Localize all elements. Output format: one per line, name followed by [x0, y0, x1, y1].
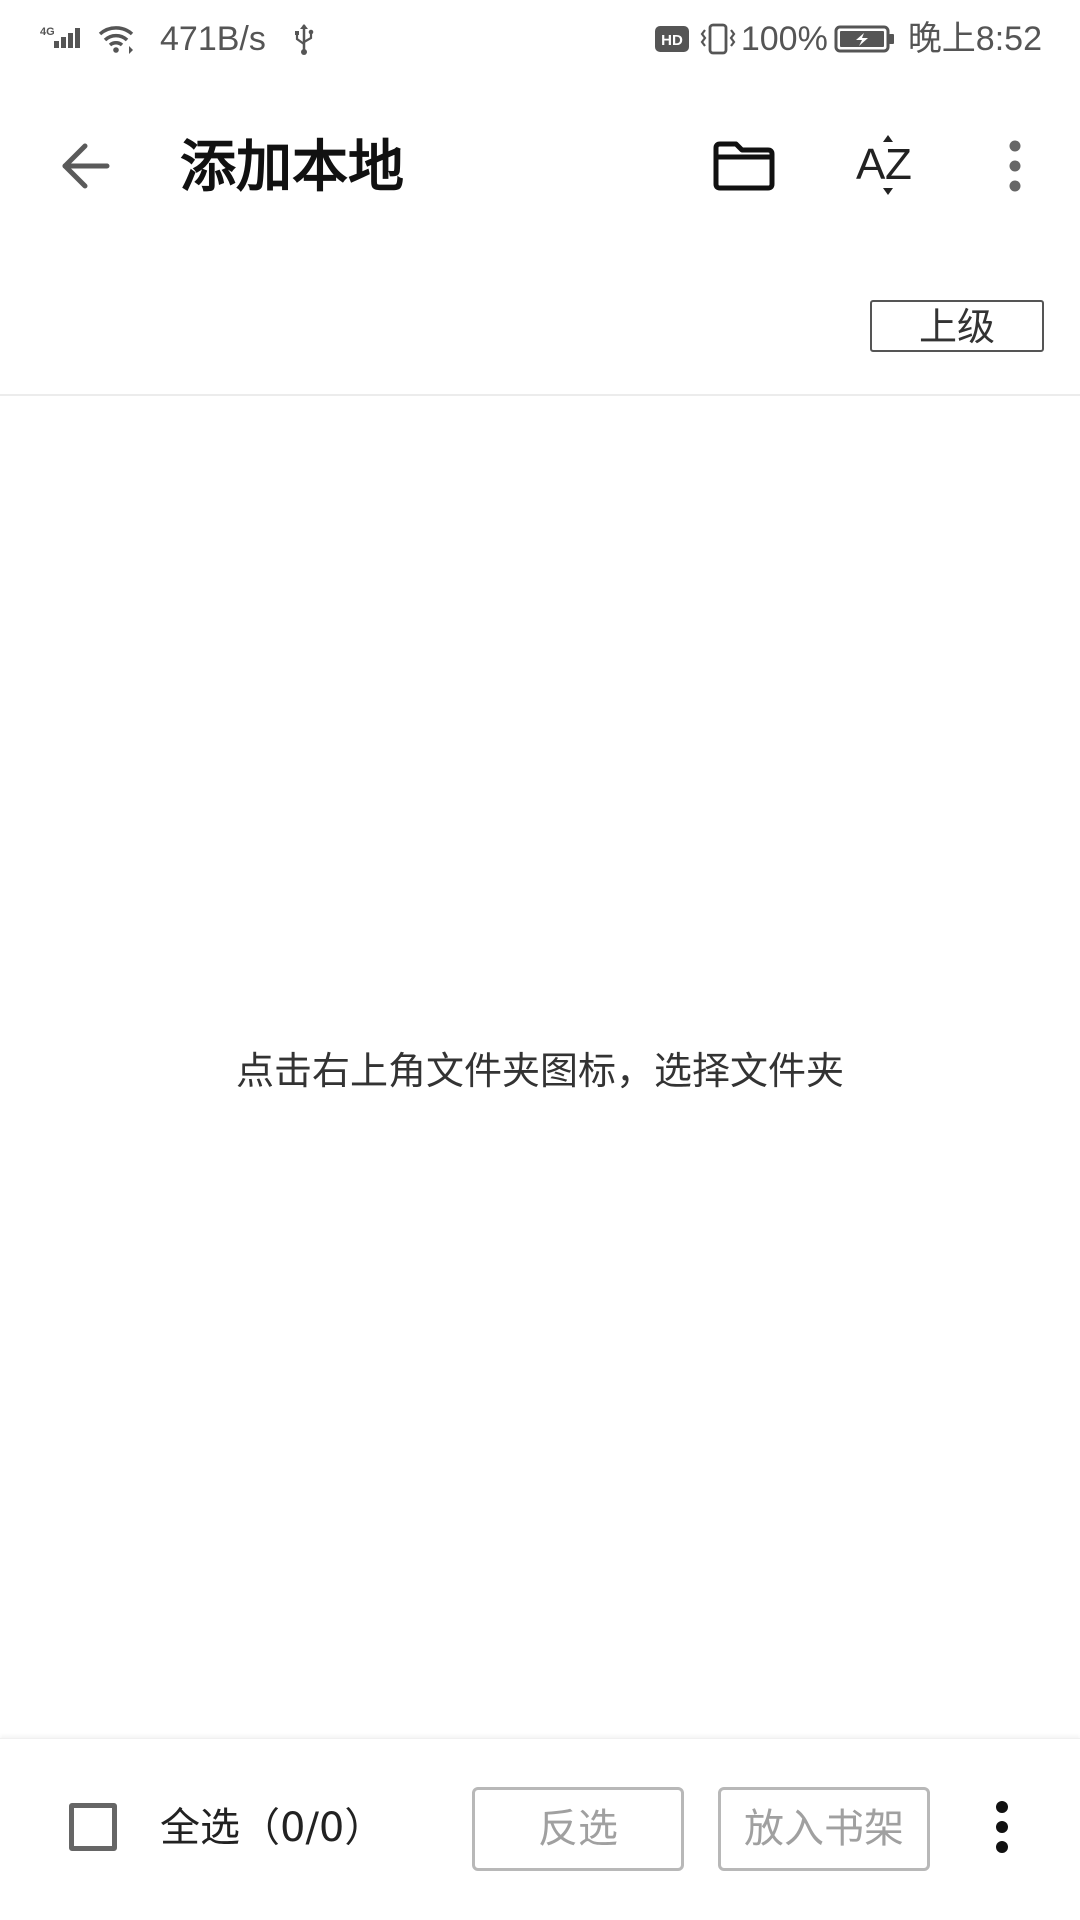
hd-icon: HD	[654, 24, 689, 54]
bottom-action-bar: 全选（0/0） 反选 放入书架	[0, 1738, 1080, 1920]
status-left: 4G 471B/s	[40, 0, 316, 78]
status-bar: 4G 471B/s HD 100% 晚上8:52	[0, 0, 1080, 78]
back-arrow-icon	[57, 138, 113, 198]
network-type-text: 4G	[40, 26, 55, 38]
sort-button[interactable]: A Z	[846, 128, 930, 208]
hd-badge-text: HD	[661, 32, 683, 49]
more-options-button[interactable]	[985, 128, 1045, 208]
parent-directory-button[interactable]: 上级	[870, 300, 1044, 352]
invert-selection-button[interactable]: 反选	[472, 1787, 684, 1871]
network-speed: 471B/s	[160, 20, 266, 58]
select-all-checkbox[interactable]	[69, 1803, 117, 1851]
back-button[interactable]	[40, 128, 130, 208]
select-all-label[interactable]: 全选（0/0）	[160, 1801, 384, 1855]
add-to-bookshelf-button[interactable]: 放入书架	[718, 1787, 930, 1871]
battery-percent: 100%	[740, 20, 828, 58]
status-right: HD 100% 晚上8:52	[654, 0, 1042, 78]
usb-icon	[292, 22, 316, 56]
signal-4g-icon: 4G	[40, 24, 88, 54]
svg-text:Z: Z	[885, 140, 912, 189]
more-vertical-icon	[992, 1799, 1012, 1859]
battery-charging-icon	[834, 24, 896, 54]
app-bar: 添加本地 A Z	[0, 78, 1080, 258]
screen: 4G 471B/s HD 100% 晚上8:52 添加本地 A Z 上级 点击右…	[0, 0, 1080, 1920]
page-title: 添加本地	[180, 135, 404, 200]
wifi-icon	[96, 24, 136, 54]
sort-az-icon: A Z	[855, 135, 921, 201]
more-vertical-icon	[1005, 138, 1025, 198]
bottom-more-button[interactable]	[980, 1787, 1024, 1871]
empty-state-hint: 点击右上角文件夹图标，选择文件夹	[235, 1049, 844, 1093]
path-row: 上级	[0, 258, 1080, 396]
svg-text:A: A	[856, 140, 886, 189]
folder-picker-button[interactable]	[700, 128, 788, 208]
folder-icon	[712, 140, 776, 196]
clock: 晚上8:52	[907, 20, 1042, 58]
vibrate-icon	[699, 22, 737, 56]
file-list-area: 点击右上角文件夹图标，选择文件夹	[0, 396, 1080, 1736]
